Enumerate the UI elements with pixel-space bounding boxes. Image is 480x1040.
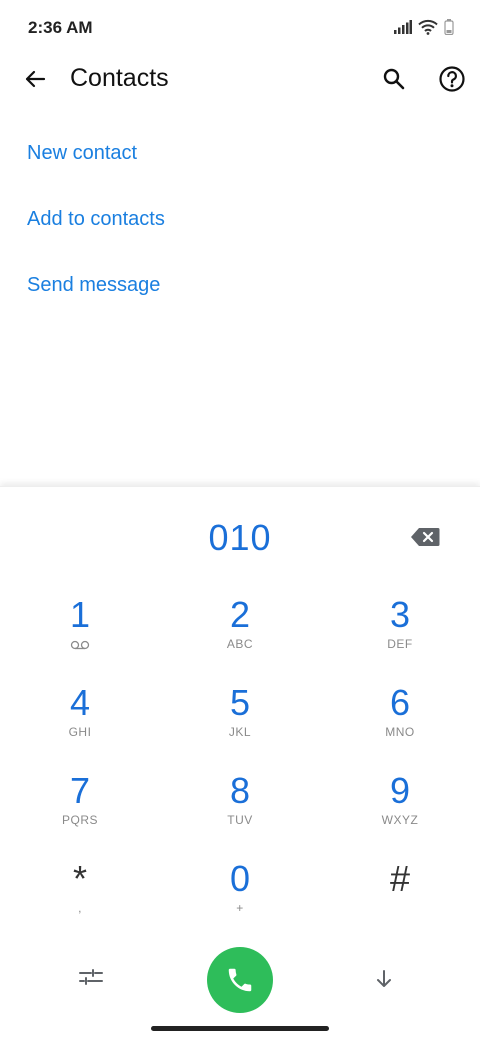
key-6[interactable]: 6 MNO (320, 683, 480, 771)
add-to-contacts-action[interactable]: Add to contacts (0, 186, 480, 252)
help-icon (439, 66, 465, 92)
send-message-action[interactable]: Send message (0, 252, 480, 318)
key-letters: DEF (387, 637, 413, 651)
status-time: 2:36 AM (28, 18, 93, 37)
collapse-dialpad-button[interactable] (372, 967, 402, 997)
key-letters: , (78, 901, 82, 915)
key-letters: PQRS (61, 813, 98, 827)
key-letters: TUV (227, 813, 253, 827)
key-digit: 0 (229, 858, 251, 899)
battery-icon (444, 19, 454, 35)
home-indicator[interactable] (151, 1026, 329, 1031)
key-8[interactable]: 8 TUV (160, 771, 320, 859)
key-digit: 9 (389, 770, 411, 811)
status-icons (394, 19, 454, 35)
back-button[interactable] (20, 64, 50, 94)
key-letters: WXYZ (381, 813, 419, 827)
help-button[interactable] (437, 64, 467, 94)
key-4[interactable]: 4 GHI (0, 683, 160, 771)
status-bar: 2:36 AM (0, 0, 480, 56)
key-digit: 2 (229, 594, 251, 635)
key-0[interactable]: 0 + (160, 859, 320, 947)
key-9[interactable]: 9 WXYZ (320, 771, 480, 859)
dialed-number[interactable]: 010 (120, 517, 360, 559)
phone-icon (228, 968, 252, 992)
key-letters (320, 901, 480, 917)
key-letters: + (236, 901, 244, 915)
key-digit: 5 (229, 682, 251, 723)
key-star[interactable]: * , (0, 859, 160, 947)
key-digit: # (389, 858, 411, 899)
backspace-icon (411, 528, 440, 546)
signal-icon (394, 20, 412, 34)
key-2[interactable]: 2 ABC (160, 595, 320, 683)
back-arrow-icon (25, 70, 46, 88)
dialpad-actions (0, 947, 480, 1017)
tune-icon (79, 969, 103, 985)
key-1[interactable]: 1 (0, 595, 160, 683)
voicemail-icon (0, 637, 160, 653)
key-digit: 4 (69, 682, 91, 723)
key-letters: MNO (385, 725, 415, 739)
key-letters: GHI (68, 725, 92, 739)
contact-actions: New contact Add to contacts Send message (0, 120, 480, 318)
search-button[interactable] (379, 64, 409, 94)
arrow-down-icon (377, 970, 391, 987)
key-hash[interactable]: # (320, 859, 480, 947)
call-button[interactable] (207, 947, 273, 1013)
backspace-button[interactable] (410, 527, 442, 549)
key-3[interactable]: 3 DEF (320, 595, 480, 683)
key-digit: 6 (389, 682, 411, 723)
key-digit: 7 (69, 770, 91, 811)
dialpad-sheet: 010 1 2 ABC 3 DEF 4 GHI 5 JKL 6 MNO 7 PQ… (0, 486, 480, 1040)
key-digit: 8 (229, 770, 251, 811)
key-5[interactable]: 5 JKL (160, 683, 320, 771)
page-title: Contacts (70, 64, 169, 92)
search-icon (383, 68, 405, 90)
key-digit: 1 (69, 594, 91, 635)
key-digit: * (72, 858, 87, 899)
wifi-icon (418, 19, 438, 35)
app-bar: Contacts (0, 56, 480, 102)
key-letters: JKL (228, 725, 252, 739)
key-digit: 3 (389, 594, 411, 635)
key-letters: ABC (226, 637, 254, 651)
key-7[interactable]: 7 PQRS (0, 771, 160, 859)
dialpad-options-button[interactable] (78, 967, 108, 997)
new-contact-action[interactable]: New contact (0, 120, 480, 186)
